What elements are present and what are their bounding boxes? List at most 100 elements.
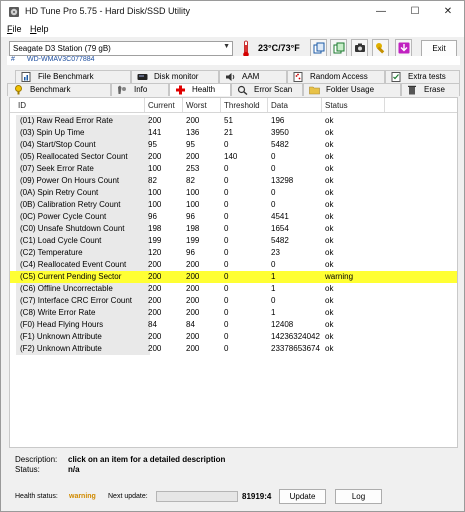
table-row[interactable]: (F2) Unknown Attribute 200 200 0 23378653674… [10,343,457,355]
col-header-threshold[interactable]: Threshold [224,101,260,110]
attr-current: 141 [148,128,162,137]
menu-help[interactable]: Help [30,24,49,34]
attr-id: (C6) Offline Uncorrectable [20,284,113,293]
column-divider[interactable] [267,98,268,112]
copy-text-button[interactable] [310,39,327,57]
attr-current: 200 [148,344,162,353]
tab-label: File Benchmark [38,72,94,81]
update-button[interactable]: Update [279,489,326,504]
screenshot-button[interactable] [351,39,368,57]
copy-image-button[interactable] [330,39,347,57]
health-cross-icon [176,85,185,95]
attr-id: (F2) Unknown Attribute [20,344,102,353]
attr-threshold: 21 [224,128,233,137]
attr-status: ok [325,200,334,209]
attr-current: 200 [148,332,162,341]
col-header-data[interactable]: Data [271,101,288,110]
exit-button[interactable]: Exit [421,40,457,57]
attr-threshold: 0 [224,176,229,185]
attr-threshold: 0 [224,344,229,353]
tab-label: Random Access [310,72,368,81]
attr-threshold: 51 [224,116,233,125]
attr-status: warning [325,272,354,281]
table-row[interactable]: (C4) Reallocated Event Count 200 200 0 0 ok [10,259,457,271]
table-row[interactable]: (C0) Unsafe Shutdown Count 198 198 0 1654 ok [10,223,457,235]
hd-tune-app-icon [9,7,19,17]
column-divider[interactable] [321,98,322,112]
attr-current: 198 [148,224,162,233]
minimize-button[interactable]: — [364,1,398,23]
attr-current: 82 [148,176,157,185]
maximize-button[interactable]: ☐ [398,1,432,23]
description-label: Description: [15,455,58,464]
col-header-current[interactable]: Current [148,101,175,110]
tab-benchmark[interactable]: Benchmark [7,83,111,96]
column-divider[interactable] [384,98,385,112]
attr-threshold: 0 [224,164,229,173]
tab-error-scan[interactable]: Error Scan [231,83,303,96]
table-row[interactable]: (F0) Head Flying Hours 84 84 0 12408 ok [10,319,457,331]
tab-file-benchmark[interactable]: File Benchmark [15,70,131,83]
attr-current: 200 [148,152,162,161]
attr-id: (05) Reallocated Sector Count [20,152,128,161]
tab-label: Erase [424,85,445,94]
attr-current: 200 [148,260,162,269]
table-row[interactable]: (C7) Interface CRC Error Count 200 200 0 0 ok [10,295,457,307]
tab-info[interactable]: Info [111,83,169,96]
attr-current: 199 [148,236,162,245]
attr-id: (09) Power On Hours Count [20,176,120,185]
title-bar: HD Tune Pro 5.75 - Hard Disk/SSD Utility… [1,1,464,23]
attr-worst: 96 [186,248,195,257]
table-row[interactable]: (03) Spin Up Time 141 136 21 3950 ok [10,127,457,139]
attr-status: ok [325,332,334,341]
col-header-worst[interactable]: Worst [186,101,207,110]
table-row[interactable]: (0B) Calibration Retry Count 100 100 0 0 ok [10,199,457,211]
tab-health[interactable]: Health [169,83,231,96]
attr-id: (C1) Load Cycle Count [20,236,102,245]
attr-data: 0 [271,200,276,209]
table-row[interactable]: (F1) Unknown Attribute 200 200 0 14236324042… [10,331,457,343]
table-row[interactable]: (C8) Write Error Rate 200 200 0 1 ok [10,307,457,319]
tab-label: Info [134,85,148,94]
table-row[interactable]: (0C) Power Cycle Count 96 96 0 4541 ok [10,211,457,223]
attr-data: 12408 [271,320,294,329]
menu-file[interactable]: File [7,24,22,34]
camera-icon [355,43,365,52]
attr-threshold: 0 [224,188,229,197]
table-row[interactable]: (C1) Load Cycle Count 199 199 0 5482 ok [10,235,457,247]
tab-folder-usage[interactable]: Folder Usage [303,83,401,96]
save-button[interactable] [395,39,412,57]
options-button[interactable] [372,39,389,57]
attr-threshold: 0 [224,272,229,281]
table-row[interactable]: (C2) Temperature 120 96 0 23 ok [10,247,457,259]
col-header-id[interactable]: ID [18,101,26,110]
tab-aam[interactable]: AAM [219,70,287,83]
tab-erase[interactable]: Erase [401,83,460,96]
tab-label: Benchmark [30,85,71,94]
table-row[interactable]: (04) Start/Stop Count 95 95 0 5482 ok [10,139,457,151]
table-row[interactable]: (09) Power On Hours Count 82 82 0 13298 ok [10,175,457,187]
attr-current: 100 [148,164,162,173]
attr-id: (F0) Head Flying Hours [20,320,104,329]
column-divider[interactable] [220,98,221,112]
table-row[interactable]: (C5) Current Pending Sector 200 200 0 1 warni… [10,271,457,283]
drive-select[interactable]: Seagate D3 Station (79 gB) ▼ [9,41,233,56]
error-scan-icon [237,85,248,95]
table-row[interactable]: (01) Raw Read Error Rate 200 200 51 196 ok [10,115,457,127]
close-button[interactable]: ✕ [431,1,465,23]
description-value: click on an item for a detailed descript… [68,455,226,464]
column-divider[interactable] [144,98,145,112]
table-row[interactable]: (0A) Spin Retry Count 100 100 0 0 ok [10,187,457,199]
table-row[interactable]: (05) Reallocated Sector Count 200 200 140 0 o… [10,151,457,163]
column-divider[interactable] [182,98,183,112]
tab-disk-monitor[interactable]: Disk monitor [131,70,219,83]
col-header-status[interactable]: Status [325,101,348,110]
table-row[interactable]: (C6) Offline Uncorrectable 200 200 0 1 ok [10,283,457,295]
log-button[interactable]: Log [335,489,382,504]
attr-id: (03) Spin Up Time [20,128,85,137]
attr-status: ok [325,140,334,149]
tab-extra-tests[interactable]: Extra tests [385,70,460,83]
tab-random-access[interactable]: Random Access [287,70,385,83]
attr-status: ok [325,188,334,197]
table-row[interactable]: (07) Seek Error Rate 100 253 0 0 ok [10,163,457,175]
